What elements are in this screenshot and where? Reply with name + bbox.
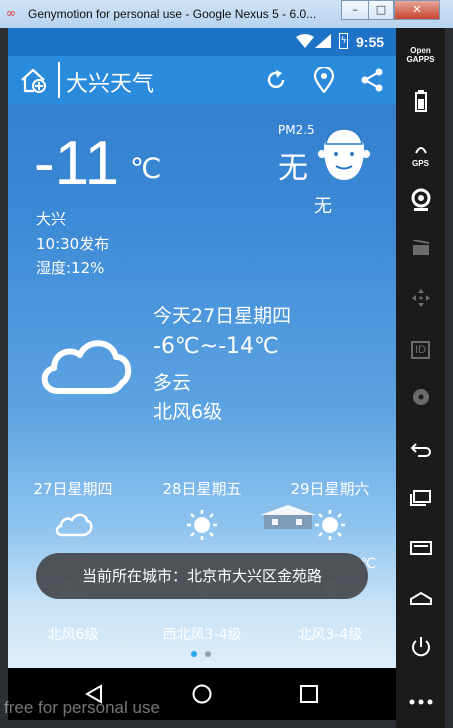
refresh-icon[interactable] bbox=[264, 68, 288, 92]
disc-button[interactable] bbox=[396, 388, 445, 410]
add-city-home-icon[interactable] bbox=[20, 67, 48, 93]
forecast-day-1: 27日星期四 -6℃ 多云 北风6级 bbox=[13, 478, 133, 643]
webcam-icon bbox=[411, 188, 430, 211]
window-titlebar: ∞ Genymotion for personal use - Google N… bbox=[0, 0, 453, 28]
home-shape-icon bbox=[409, 591, 432, 605]
publish-time: 10:30发布 bbox=[36, 235, 110, 253]
forecast-date: 28日星期五 bbox=[162, 480, 242, 498]
phone-screen: ϟ 9:55 大兴天气 -11 ℃ 大兴 10:30发布 湿度:12% PM2.… bbox=[8, 28, 396, 668]
window-title: Genymotion for personal use - Google Nex… bbox=[28, 7, 317, 21]
forecast-date: 27日星期四 bbox=[33, 480, 113, 498]
side-home-button[interactable] bbox=[396, 590, 445, 609]
air-quality-label: 无 bbox=[314, 196, 332, 217]
app-toolbar: 大兴天气 bbox=[8, 56, 396, 104]
snow-house-icon bbox=[260, 505, 316, 529]
back-arrow-icon bbox=[410, 443, 431, 457]
menu-icon bbox=[409, 541, 432, 555]
minimize-button[interactable]: – bbox=[341, 0, 368, 20]
today-condition: 多云 bbox=[153, 372, 192, 394]
gps-label: GPS bbox=[412, 159, 429, 168]
location-label: 大兴 bbox=[36, 210, 67, 228]
home-icon[interactable] bbox=[192, 684, 212, 704]
pm25-value: 无 bbox=[278, 151, 308, 186]
gps-button[interactable]: GPS bbox=[396, 140, 445, 168]
close-button[interactable]: ✕ bbox=[394, 0, 440, 20]
webcam-button[interactable] bbox=[396, 188, 445, 216]
today-cloud-icon bbox=[41, 340, 132, 394]
pm25-face-icon bbox=[318, 128, 370, 180]
wifi-icon bbox=[296, 34, 314, 48]
opengapps-button[interactable]: Open GAPPS bbox=[396, 46, 445, 64]
id-label: ID bbox=[411, 341, 430, 359]
today-date: 今天27日星期四 bbox=[153, 305, 292, 327]
more-icon bbox=[409, 699, 432, 705]
emulator-window: ∞ Genymotion for personal use - Google N… bbox=[0, 0, 453, 728]
power-icon bbox=[411, 637, 430, 657]
city-title: 大兴天气 bbox=[66, 72, 155, 97]
today-temp-range: -6℃~-14℃ bbox=[153, 334, 279, 359]
page-dot[interactable] bbox=[205, 651, 211, 657]
sun-icon bbox=[187, 510, 217, 540]
dpad-icon bbox=[411, 289, 430, 307]
humidity-label: 湿度:12% bbox=[36, 259, 105, 277]
temperature-unit: ℃ bbox=[130, 152, 162, 185]
forecast-wind: 北风3-4级 bbox=[297, 627, 363, 643]
cloud-icon bbox=[55, 513, 93, 537]
forecast-day-2: 28日星期五 晴 西北风3-4级 bbox=[142, 478, 262, 643]
maximize-button[interactable]: □ bbox=[368, 0, 394, 20]
genymotion-side-panel: Open GAPPS GPS ID bbox=[396, 28, 445, 728]
location-icon[interactable] bbox=[313, 67, 335, 93]
power-button[interactable] bbox=[396, 636, 445, 662]
disc-icon bbox=[412, 389, 429, 405]
side-recent-button[interactable] bbox=[396, 490, 445, 510]
current-temperature: -11 bbox=[34, 129, 120, 198]
forecast-wind: 北风6级 bbox=[47, 627, 99, 643]
recent-apps-icon[interactable] bbox=[300, 685, 318, 703]
side-menu-button[interactable] bbox=[396, 540, 445, 559]
more-button[interactable] bbox=[396, 690, 445, 709]
page-dot[interactable] bbox=[191, 651, 197, 657]
genymotion-logo-icon: ∞ bbox=[6, 6, 16, 20]
page-indicator bbox=[191, 642, 219, 661]
status-time: 9:55 bbox=[356, 34, 385, 50]
side-back-button[interactable] bbox=[396, 442, 445, 462]
share-icon[interactable] bbox=[360, 68, 384, 92]
clapper-icon bbox=[412, 239, 429, 255]
today-wind: 北风6级 bbox=[153, 401, 223, 423]
opengapps-label: Open GAPPS bbox=[406, 46, 435, 64]
signal-icon bbox=[315, 34, 331, 48]
device-id-button[interactable]: ID bbox=[396, 338, 445, 359]
pm25-label: PM2.5 bbox=[278, 123, 315, 137]
recent-icon bbox=[409, 490, 431, 506]
battery-icon: ϟ bbox=[339, 33, 348, 49]
toast-message: 当前所在城市：北京市大兴区金苑路 bbox=[36, 553, 368, 599]
sun-icon bbox=[315, 510, 345, 540]
dpad-button[interactable] bbox=[396, 288, 445, 312]
battery-icon bbox=[414, 90, 427, 112]
media-button[interactable] bbox=[396, 239, 445, 260]
forecast-wind: 西北风3-4级 bbox=[162, 627, 242, 643]
forecast-day-3: 29日星期六 2℃ 晴 北风3-4级 bbox=[270, 478, 390, 643]
watermark: free for personal use bbox=[4, 698, 160, 717]
forecast-date: 29日星期六 bbox=[290, 480, 370, 498]
battery-button[interactable] bbox=[396, 90, 445, 116]
toolbar-divider bbox=[58, 62, 60, 98]
gps-icon bbox=[414, 147, 427, 154]
status-bar: ϟ 9:55 bbox=[8, 28, 396, 56]
